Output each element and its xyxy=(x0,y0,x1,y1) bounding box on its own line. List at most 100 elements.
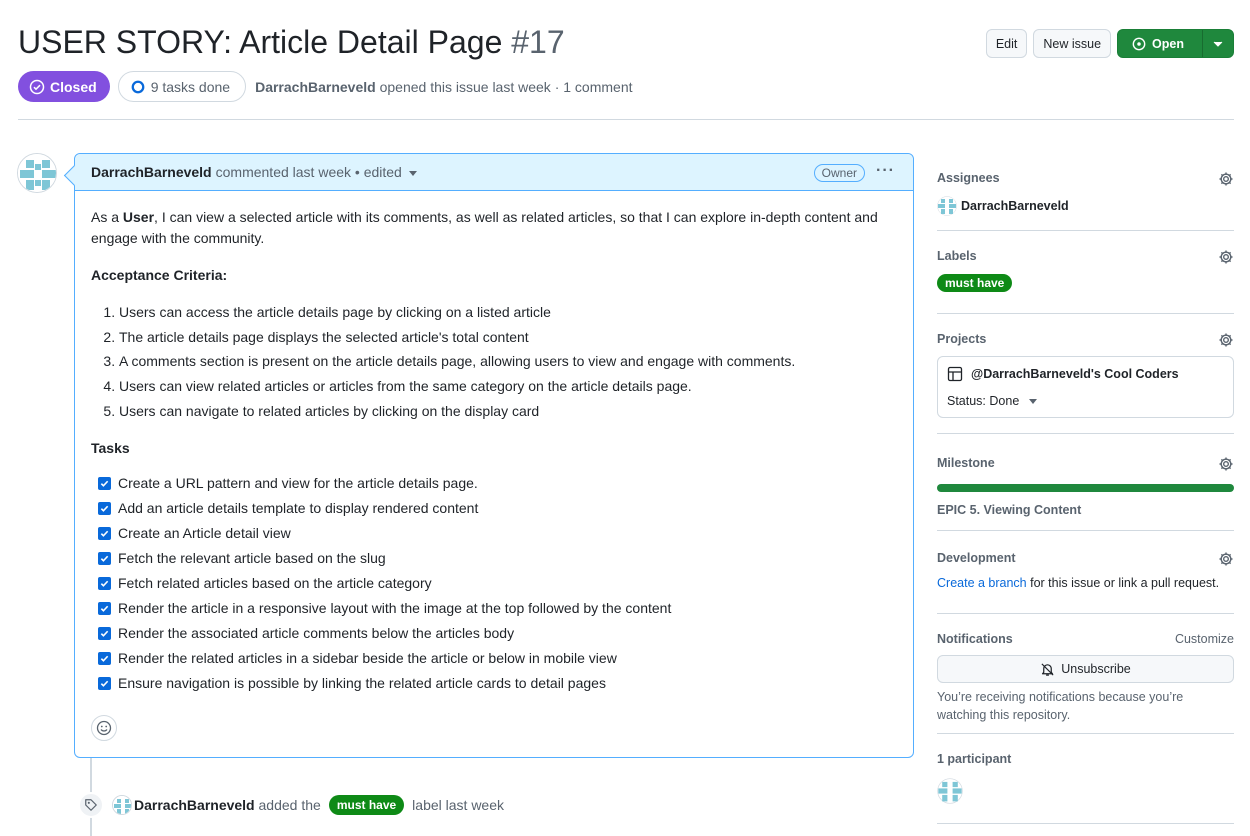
issue-number: #17 xyxy=(511,24,565,60)
open-dropdown-chevron-icon[interactable] xyxy=(1203,30,1233,57)
customize-link[interactable]: Customize xyxy=(1175,632,1234,646)
label-pill[interactable]: must have xyxy=(937,274,1013,292)
project-card: @DarrachBarneveld's Cool Coders Status: … xyxy=(937,356,1234,418)
unsubscribe-button[interactable]: Unsubscribe xyxy=(937,655,1234,683)
participant-avatar[interactable] xyxy=(937,778,1234,807)
assignee-item[interactable]: DarrachBarneveld xyxy=(937,196,1234,216)
issue-sidebar: Assignees DarrachBarneveld Labels must h… xyxy=(937,160,1234,824)
gear-icon[interactable] xyxy=(1218,249,1234,265)
task-checkbox[interactable] xyxy=(98,601,111,615)
task-checkbox[interactable] xyxy=(98,626,111,640)
new-issue-button[interactable]: New issue xyxy=(1033,29,1112,58)
task-item: Render the associated article comments b… xyxy=(91,621,897,646)
issue-author-link[interactable]: DarrachBarneveld xyxy=(255,79,376,95)
edit-button[interactable]: Edit xyxy=(985,29,1028,58)
notifications-section: Notifications Customize Unsubscribe You’… xyxy=(937,614,1234,734)
task-item: Render the article in a responsive layou… xyxy=(91,596,897,621)
task-checkbox[interactable] xyxy=(98,651,111,665)
gear-icon[interactable] xyxy=(1218,171,1234,187)
comment-body: As a User, I can view a selected article… xyxy=(75,191,913,712)
task-item: Create a URL pattern and view for the ar… xyxy=(91,471,897,496)
header-actions: Edit New issue Open xyxy=(985,29,1234,58)
tasks-heading: Tasks xyxy=(91,439,130,456)
criteria-list: Users can access the article details pag… xyxy=(91,302,897,422)
tasks-badge-label: 9 tasks done xyxy=(150,78,231,95)
comment-author-link[interactable]: DarrachBarneveld xyxy=(91,164,212,180)
task-list: Create a URL pattern and view for the ar… xyxy=(91,471,897,696)
gear-icon[interactable] xyxy=(1218,332,1234,348)
gear-icon[interactable] xyxy=(1218,456,1234,472)
issue-title-text: USER STORY: Article Detail Page xyxy=(18,24,503,60)
task-checkbox[interactable] xyxy=(98,476,111,490)
criteria-item: Users can navigate to related articles b… xyxy=(119,401,897,422)
projects-section: Projects @DarrachBarneveld's Cool Coders… xyxy=(937,314,1234,434)
task-checkbox[interactable] xyxy=(98,526,111,540)
issue-opened-meta: DarrachBarneveld opened this issue last … xyxy=(255,79,632,95)
task-checkbox[interactable] xyxy=(98,551,111,565)
issue-comment: DarrachBarneveld commented last week • e… xyxy=(74,153,914,758)
issue-meta-row: Closed 9 tasks done DarrachBarneveld ope… xyxy=(18,71,633,102)
event-actor-avatar[interactable] xyxy=(112,795,132,815)
tasks-badge[interactable]: 9 tasks done xyxy=(117,71,247,102)
task-item: Create an Article detail view xyxy=(91,521,897,546)
milestone-title: Milestone xyxy=(937,456,995,470)
task-checkbox[interactable] xyxy=(98,676,111,690)
issue-opened-text: opened this issue last week · 1 comment xyxy=(379,78,633,95)
code-brackets-icon xyxy=(1132,37,1146,50)
labels-title: Labels xyxy=(937,249,977,263)
development-text: Create a branch for this issue or link a… xyxy=(937,576,1220,590)
bell-slash-icon xyxy=(1041,662,1054,676)
issue-title: USER STORY: Article Detail Page #17 xyxy=(18,24,565,61)
comment-author-avatar[interactable] xyxy=(17,153,57,193)
project-status: Status: Done xyxy=(947,394,1020,408)
open-button[interactable]: Open xyxy=(1117,29,1234,58)
assignees-section: Assignees DarrachBarneveld xyxy=(937,160,1234,231)
notifications-text: You’re receiving notifications because y… xyxy=(937,690,1184,722)
open-button-label: Open xyxy=(1152,36,1184,51)
participants-title: 1 participant xyxy=(937,752,1012,766)
assignee-name: DarrachBarneveld xyxy=(961,199,1069,213)
event-label-pill[interactable]: must have xyxy=(328,795,405,815)
criteria-heading: Acceptance Criteria: xyxy=(91,267,228,283)
task-item: Fetch the relevant article based on the … xyxy=(91,546,897,571)
task-item: Ensure navigation is possible by linking… xyxy=(91,671,897,696)
state-label: Closed xyxy=(50,78,97,95)
event-action-text: added the xyxy=(258,797,321,813)
development-title: Development xyxy=(937,551,1016,565)
task-item: Add an article details template to displ… xyxy=(91,496,897,521)
owner-badge: Owner xyxy=(813,164,865,182)
project-link[interactable]: @DarrachBarneveld's Cool Coders xyxy=(947,366,1224,382)
criteria-item: The article details page displays the se… xyxy=(119,327,897,348)
check-circle-icon xyxy=(29,79,45,94)
task-checkbox[interactable] xyxy=(98,576,111,590)
event-suffix-text: label last week xyxy=(412,797,504,813)
timeline-label-event: DarrachBarneveld added the must have lab… xyxy=(78,792,504,818)
comment-options-kebab-icon[interactable]: ··· xyxy=(876,162,895,180)
chevron-down-icon xyxy=(1029,398,1038,404)
development-section: Development Create a branch for this iss… xyxy=(937,531,1234,614)
participants-section: 1 participant xyxy=(937,734,1234,824)
tag-icon xyxy=(78,792,104,818)
progress-circle-icon xyxy=(131,80,145,93)
criteria-item: A comments section is present on the art… xyxy=(119,351,897,372)
task-item: Fetch related articles based on the arti… xyxy=(91,571,897,596)
comment-header: DarrachBarneveld commented last week • e… xyxy=(75,154,913,191)
project-status-dropdown[interactable]: Status: Done xyxy=(947,394,1224,408)
comment-meta[interactable]: commented last week • edited xyxy=(216,164,402,180)
milestone-section: Milestone EPIC 5. Viewing Content xyxy=(937,434,1234,531)
unsubscribe-label: Unsubscribe xyxy=(1061,662,1131,676)
event-actor-link[interactable]: DarrachBarneveld xyxy=(134,797,255,813)
table-icon xyxy=(947,366,963,382)
task-checkbox[interactable] xyxy=(98,501,111,515)
labels-section: Labels must have xyxy=(937,231,1234,314)
state-badge: Closed xyxy=(18,71,110,102)
criteria-item: Users can view related articles or artic… xyxy=(119,376,897,397)
milestone-name[interactable]: EPIC 5. Viewing Content xyxy=(937,503,1234,517)
edited-dropdown-chevron-icon[interactable] xyxy=(408,171,417,176)
criteria-item: Users can access the article details pag… xyxy=(119,302,897,323)
add-reaction-smiley-icon[interactable] xyxy=(91,715,117,741)
gear-icon[interactable] xyxy=(1218,551,1234,567)
projects-title: Projects xyxy=(937,332,987,346)
project-name: @DarrachBarneveld's Cool Coders xyxy=(971,367,1179,381)
create-branch-link[interactable]: Create a branch xyxy=(937,576,1027,590)
